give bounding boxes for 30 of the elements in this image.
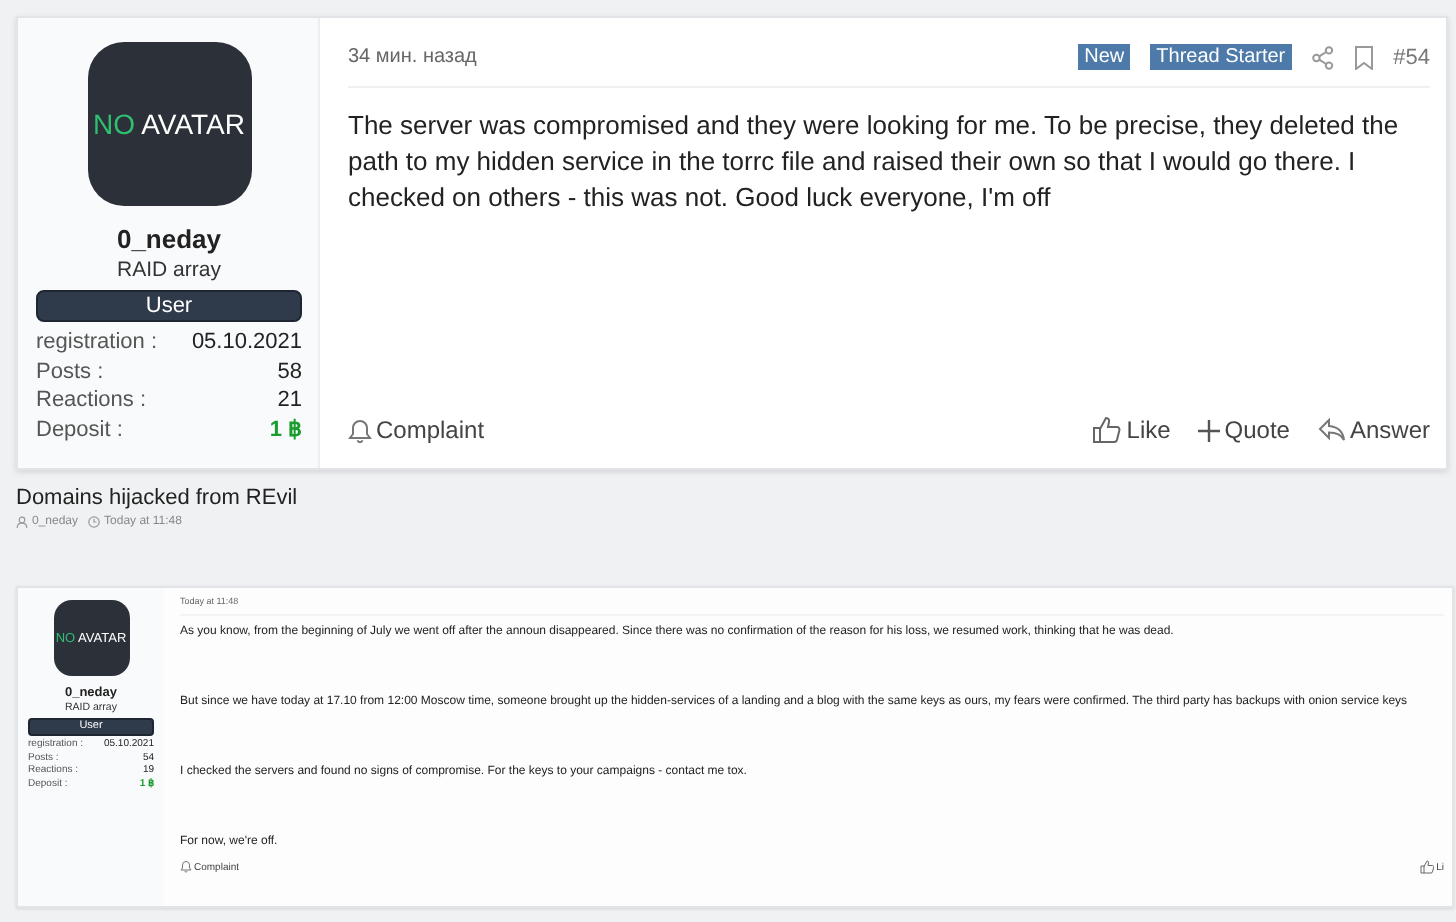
thumbs-up-icon xyxy=(1092,416,1123,444)
stat-value: 58 xyxy=(277,357,302,386)
reply-icon xyxy=(1317,418,1346,442)
bookmark-icon[interactable] xyxy=(1353,45,1374,69)
like-link[interactable]: Like xyxy=(1092,416,1171,444)
share-icon[interactable] xyxy=(1311,45,1334,69)
stat-label: registration : xyxy=(36,328,158,357)
post-text: The server was compromised and they were looking for me. To be precise, they deleted the path to my hidden service in the torrc file and raised their own so that I would go there. I checked on others - this was not. Good luck everyone, I'm off xyxy=(348,108,1401,216)
clock-icon xyxy=(88,516,101,528)
username[interactable]: 0_neday xyxy=(116,224,222,254)
role-banner: User xyxy=(36,290,302,322)
badge: Thread Starter xyxy=(1150,44,1292,70)
stat-label: Posts : xyxy=(36,357,104,386)
user-title: RAID array xyxy=(117,258,221,282)
stat-value: 1 ฿ xyxy=(269,415,302,444)
post-number[interactable]: #54 xyxy=(1393,45,1430,69)
stat-value: 05.10.2021 xyxy=(191,328,302,357)
stat-label: Reactions : xyxy=(36,386,147,415)
bell-icon xyxy=(348,417,372,443)
thread-title: Domains hijacked from REvil xyxy=(16,486,300,510)
answer-link[interactable]: Answer xyxy=(1317,416,1430,444)
quote-link[interactable]: Quote xyxy=(1198,416,1290,444)
badge: New xyxy=(1078,44,1131,70)
avatar-label: NO AVATAR xyxy=(93,108,245,140)
post-time: 34 мин. назад xyxy=(348,46,477,68)
user-icon xyxy=(16,516,28,528)
stat-label: Deposit : xyxy=(36,415,123,444)
plus-icon xyxy=(1198,419,1221,441)
complaint-link[interactable]: Complaint xyxy=(348,416,485,444)
stat-value: 21 xyxy=(277,386,302,415)
